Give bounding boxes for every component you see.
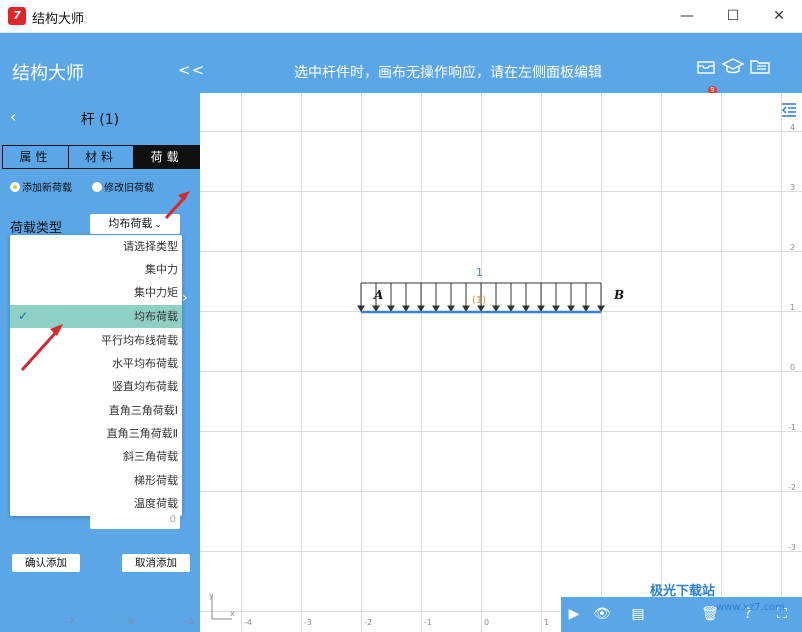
watermark-site: www.xz7.com (716, 602, 785, 613)
annotation-arrows (20, 191, 190, 372)
play-icon[interactable]: ▶ (565, 605, 583, 623)
watermark-brand: 极光下载站 (650, 584, 716, 599)
eye-icon[interactable]: 👁 (593, 605, 611, 623)
clipboard-icon[interactable]: ▤ (629, 605, 647, 623)
